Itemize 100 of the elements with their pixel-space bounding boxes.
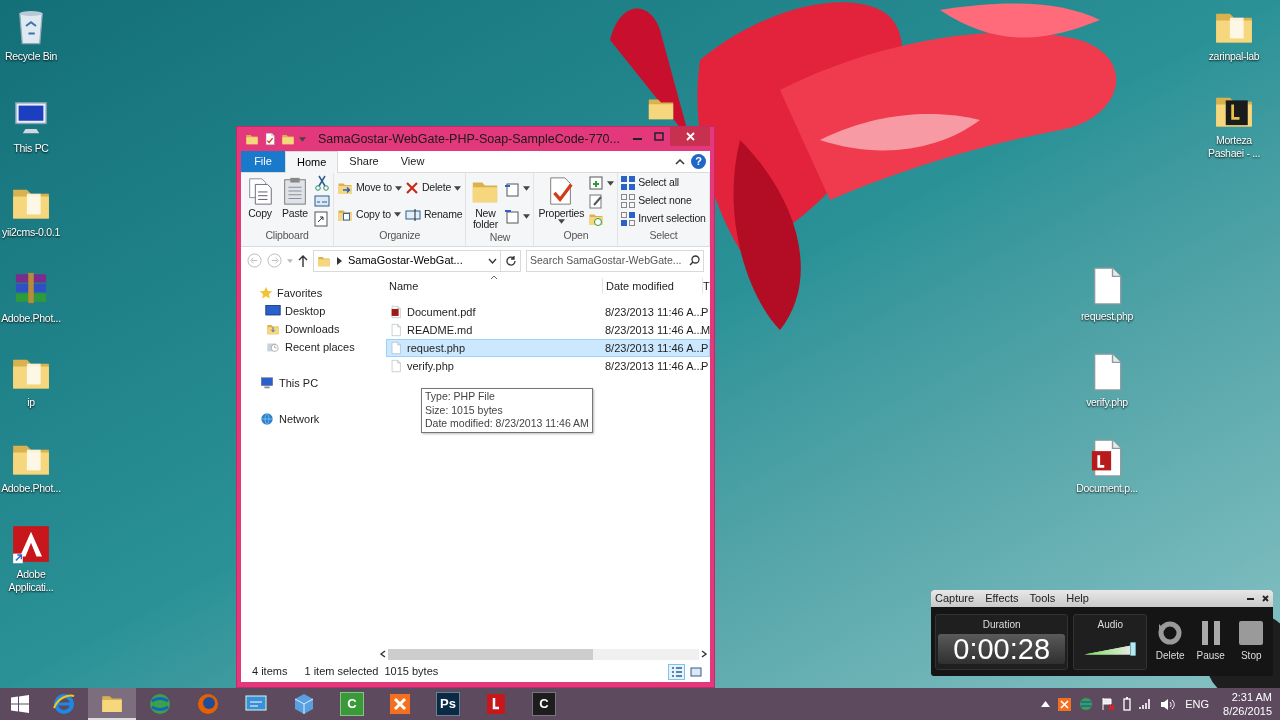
search-field[interactable]: Search SamaGostar-WebGate... xyxy=(530,252,689,269)
caret-icon xyxy=(557,219,565,224)
menu-item[interactable]: Effects xyxy=(985,590,1019,607)
close-button[interactable] xyxy=(1262,595,1269,602)
network-globe-icon xyxy=(259,412,275,426)
date-cell-text: 8/23/2013 11:46 A... xyxy=(604,358,701,374)
desktop-icon-label[interactable]: Recycle Bin xyxy=(4,50,58,63)
ribbon-tab[interactable]: Home xyxy=(285,151,339,173)
ribbon-icon-button[interactable] xyxy=(314,211,330,227)
browser-e-icon xyxy=(52,692,76,716)
ribbon-group-label: New xyxy=(488,230,512,245)
nav-item[interactable]: Network xyxy=(241,410,383,428)
desktop-icon-label[interactable]: ip xyxy=(27,396,35,409)
file-row[interactable]: Document.pdf 8/23/2013 11:46 A...P xyxy=(386,303,710,321)
type-cell-text: M xyxy=(701,322,709,338)
taskbar-app[interactable]: C xyxy=(328,688,376,720)
desktop-icon-label[interactable]: zarinpal-lab xyxy=(1208,50,1260,63)
column-header[interactable]: T xyxy=(702,277,710,294)
tooltip-line: Date modified: 8/23/2013 11:46 AM xyxy=(425,417,589,431)
new-item-icon xyxy=(504,180,521,197)
status-text: 4 items xyxy=(252,664,288,680)
ribbon-button[interactable]: Select none xyxy=(621,193,706,209)
ribbon-button[interactable]: Properties xyxy=(537,175,586,224)
help-button[interactable]: ? xyxy=(691,154,706,169)
type-cell-text: P xyxy=(701,340,709,356)
dropdown-chevron-icon xyxy=(488,257,497,264)
desktop-icon-label[interactable]: Adobe Applicati... xyxy=(0,568,65,594)
menu-item[interactable]: Tools xyxy=(1029,590,1056,607)
search-box[interactable]: Search SamaGostar-WebGate... xyxy=(526,249,704,272)
pause-icon xyxy=(1199,620,1222,646)
desktop-icon-label[interactable]: Adobe.Phot... xyxy=(1,312,61,325)
nav-item[interactable]: This PC xyxy=(241,374,383,392)
nav-item[interactable]: Downloads xyxy=(241,320,383,338)
menu-item[interactable]: Help xyxy=(1066,590,1089,607)
ribbon-icon-button[interactable] xyxy=(588,175,615,191)
file-name: README.md xyxy=(407,322,473,338)
ribbon-icon-button[interactable] xyxy=(504,208,531,225)
chevron-right-icon xyxy=(337,256,342,265)
details-view-icon xyxy=(670,665,683,678)
ribbon-button[interactable]: Rename xyxy=(404,206,463,223)
scissors-icon xyxy=(314,175,330,191)
desktop-icon-label[interactable]: Adobe.Phot... xyxy=(1,482,61,495)
ribbon-icon-button[interactable] xyxy=(504,180,531,197)
status-text: 1 item selected xyxy=(304,664,379,680)
ribbon-button[interactable]: Delete xyxy=(404,180,463,197)
ribbon-button[interactable]: Paste xyxy=(279,175,311,219)
ribbon-button[interactable]: Select all xyxy=(621,175,706,191)
refresh-button[interactable] xyxy=(501,249,521,272)
status-text: 1015 bytes xyxy=(384,664,439,680)
ribbon-tab[interactable]: File xyxy=(241,151,285,172)
taskbar-app[interactable] xyxy=(88,688,136,720)
taskbar-app[interactable]: C xyxy=(520,688,568,720)
address-path: SamaGostar-WebGat... xyxy=(348,253,463,269)
taskbar-app[interactable]: Ps xyxy=(424,688,472,720)
ribbon-tab[interactable]: View xyxy=(389,151,436,172)
minimize-button[interactable] xyxy=(1247,595,1254,602)
rename-icon xyxy=(404,207,421,222)
up-arrow-icon xyxy=(298,254,308,267)
scrollbar-thumb[interactable] xyxy=(388,648,594,660)
close-icon xyxy=(1262,595,1269,602)
nav-item[interactable]: Recent places xyxy=(241,338,383,356)
file-row[interactable]: request.php 8/23/2013 11:46 A...P xyxy=(386,339,710,357)
properties-page-icon xyxy=(263,132,277,146)
recent-caret-icon xyxy=(287,258,293,263)
folder-icon xyxy=(245,132,259,146)
language-indicator[interactable]: ENG xyxy=(1183,695,1212,713)
ribbon-button[interactable]: Copy xyxy=(244,175,276,219)
horizontal-scrollbar[interactable] xyxy=(380,648,707,660)
flag-x-icon xyxy=(1101,697,1116,711)
nav-item[interactable]: Favorites xyxy=(241,284,383,302)
recorder-button[interactable]: Stop xyxy=(1233,620,1269,663)
ribbon-icon-button[interactable] xyxy=(314,175,330,191)
column-header[interactable]: Name xyxy=(386,277,602,294)
ribbon-button[interactable]: New folder xyxy=(469,175,502,230)
desktop-icon-label[interactable]: yii2cms-0.0.1 xyxy=(2,226,60,239)
tooltip-line: Type: PHP File xyxy=(425,390,496,404)
file-row[interactable]: verify.php 8/23/2013 11:46 A...P xyxy=(386,357,710,375)
x-logo-icon xyxy=(388,692,412,716)
column-header[interactable]: Date modified xyxy=(602,277,702,294)
file-name: request.php xyxy=(407,340,466,356)
file-row[interactable]: README.md 8/23/2013 11:46 A...M xyxy=(386,321,710,339)
slider-thumb[interactable] xyxy=(1129,641,1136,656)
ribbon-button[interactable]: Copy to xyxy=(337,206,402,223)
minimize-icon xyxy=(1247,595,1254,602)
view-button[interactable] xyxy=(668,663,685,680)
desktop-icon-label[interactable]: This PC xyxy=(13,142,49,155)
address-bar[interactable]: SamaGostar-WebGat... xyxy=(313,249,501,272)
recorder-button[interactable]: Pause xyxy=(1192,620,1229,663)
caret-icon xyxy=(454,185,462,191)
nav-item[interactable]: Desktop xyxy=(241,302,383,320)
up-button[interactable] xyxy=(298,254,308,267)
ribbon-button[interactable]: Move to xyxy=(337,180,402,197)
menu-item[interactable]: Capture xyxy=(935,590,975,607)
close-x-icon xyxy=(404,181,419,196)
clock[interactable]: 2:31 AM 8/26/2015 xyxy=(1219,690,1272,718)
scroll-right-icon xyxy=(701,650,707,658)
recorder-button[interactable]: Delete xyxy=(1152,620,1188,663)
ribbon-button[interactable]: Invert selection xyxy=(621,211,706,227)
ribbon-tab[interactable]: Share xyxy=(338,151,390,172)
minimize-icon xyxy=(632,138,642,140)
